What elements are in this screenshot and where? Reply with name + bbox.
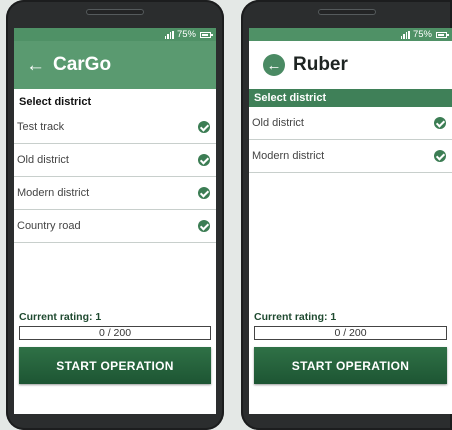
- status-bar: 75%: [249, 28, 452, 41]
- section-header: Select district: [19, 96, 92, 108]
- check-icon: [198, 121, 210, 133]
- district-item[interactable]: Old district: [14, 144, 216, 177]
- check-icon: [198, 220, 210, 232]
- battery-icon: [200, 31, 213, 38]
- battery-percent: 75%: [412, 29, 432, 40]
- district-label: Old district: [252, 117, 304, 129]
- app-title: Ruber: [293, 54, 348, 75]
- current-rating: Current rating: 1: [19, 311, 102, 323]
- signal-icon: [400, 30, 410, 39]
- start-operation-button[interactable]: START OPERATION: [19, 347, 211, 384]
- check-icon: [434, 117, 446, 129]
- check-icon: [434, 150, 446, 162]
- district-list: Test track Old district Modern district …: [14, 111, 216, 243]
- progress-text: 0 / 200: [98, 327, 132, 339]
- battery-percent: 75%: [176, 29, 196, 40]
- progress-text: 0 / 200: [334, 327, 367, 339]
- battery-icon: [436, 31, 449, 38]
- check-icon: [198, 154, 210, 166]
- district-label: Country road: [17, 220, 81, 232]
- check-icon: [198, 187, 210, 199]
- screen: 75% ← Ruber Select district Old district…: [249, 28, 452, 414]
- section-header: Select district: [249, 89, 452, 107]
- district-item[interactable]: Old district: [249, 107, 452, 140]
- start-operation-button[interactable]: START OPERATION: [254, 347, 447, 384]
- district-item[interactable]: Modern district: [14, 177, 216, 210]
- bottom-panel: Current rating: 1 0 / 200 START OPERATIO…: [254, 311, 447, 384]
- app-title: CarGo: [53, 54, 112, 75]
- district-label: Old district: [17, 154, 69, 166]
- status-bar: 75%: [14, 28, 216, 41]
- current-rating: Current rating: 1: [254, 311, 337, 323]
- signal-icon: [164, 30, 174, 39]
- district-item[interactable]: Test track: [14, 111, 216, 144]
- phone-ruber: 75% ← Ruber Select district Old district…: [241, 0, 452, 430]
- progress-bar: 0 / 200: [19, 326, 211, 340]
- district-item[interactable]: Country road: [14, 210, 216, 243]
- phone-cargo: 75% ← CarGo Select district Test track O…: [6, 0, 224, 430]
- screen: 75% ← CarGo Select district Test track O…: [14, 28, 216, 414]
- app-bar: ← CarGo: [14, 41, 216, 89]
- district-label: Test track: [17, 121, 65, 133]
- app-bar: ← Ruber: [249, 41, 452, 89]
- back-circle-icon[interactable]: ←: [263, 54, 285, 76]
- speaker-grille: [317, 9, 376, 15]
- district-list: Old district Modern district: [249, 107, 452, 173]
- district-label: Modern district: [252, 150, 325, 162]
- progress-bar: 0 / 200: [254, 326, 447, 340]
- back-arrow-icon[interactable]: ←: [26, 56, 45, 75]
- district-item[interactable]: Modern district: [249, 140, 452, 173]
- bottom-panel: Current rating: 1 0 / 200 START OPERATIO…: [19, 311, 211, 384]
- district-label: Modern district: [17, 187, 90, 199]
- speaker-grille: [86, 9, 144, 15]
